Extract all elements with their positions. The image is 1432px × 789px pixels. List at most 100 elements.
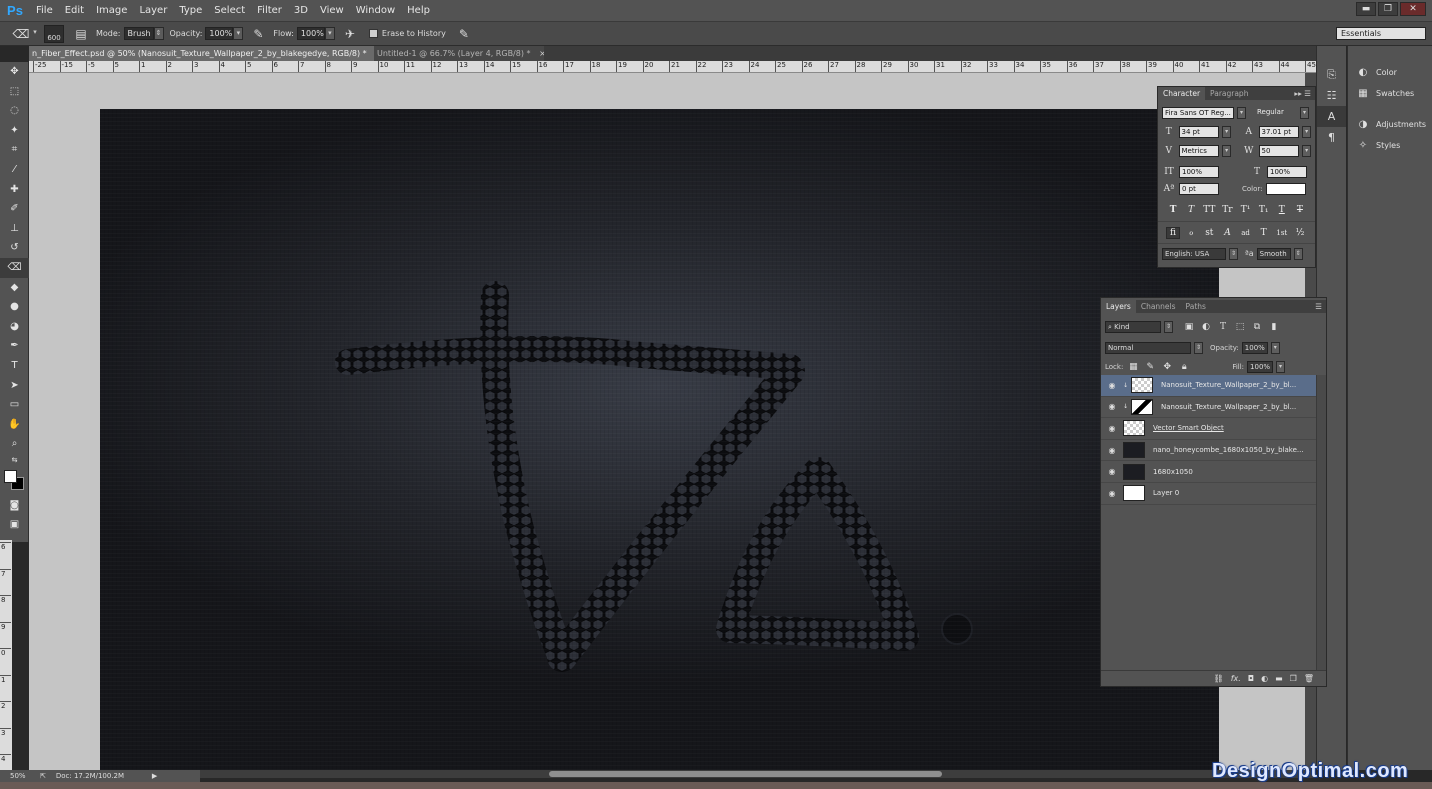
kerning-select[interactable]: Metrics — [1178, 144, 1220, 157]
antialias-select[interactable]: Smooth — [1256, 247, 1291, 260]
ordinals-button[interactable]: 1st — [1275, 229, 1289, 237]
dodge-tool-icon[interactable]: ◕ — [0, 317, 29, 337]
menu-layer[interactable]: Layer — [133, 0, 173, 21]
eye-icon[interactable]: ◉ — [1101, 489, 1123, 498]
filter-smart-object-icon[interactable]: ⧉ — [1250, 322, 1264, 332]
adjustment-layer-icon[interactable]: ◐ — [1261, 674, 1268, 683]
screen-mode-icon[interactable]: ▣ — [0, 515, 29, 535]
underline-button[interactable]: T — [1275, 205, 1289, 215]
horizontal-scale-input[interactable]: 100% — [1267, 165, 1307, 178]
zoom-level[interactable]: 50% — [10, 772, 36, 780]
adjustments-panel-button[interactable]: ◑ Adjustments — [1348, 114, 1432, 135]
lock-image-icon[interactable]: ✎ — [1143, 362, 1157, 372]
language-dropdown-arrow[interactable]: ⇕ — [1229, 247, 1238, 260]
discretionary-ligatures-button[interactable]: st — [1202, 228, 1216, 238]
link-icon[interactable]: ⛓ — [1214, 674, 1224, 683]
eraser-tool-preset-icon[interactable]: ⌫ — [12, 25, 30, 43]
tab-untitled-1[interactable]: Untitled-1 @ 66.7% (Layer 4, RGB/8) * × — [374, 46, 544, 61]
history-panel-icon[interactable]: ⎘ — [1317, 64, 1346, 85]
tab-fiber-effect[interactable]: n_Fiber_Effect.psd @ 50% (Nanosuit_Textu… — [29, 46, 374, 61]
subscript-button[interactable]: T₁ — [1257, 205, 1271, 215]
menu-select[interactable]: Select — [208, 0, 251, 21]
tab-paragraph[interactable]: Paragraph — [1205, 87, 1253, 100]
eye-icon[interactable]: ◉ — [1101, 446, 1123, 455]
swatches-panel-icon[interactable]: ☷ — [1317, 85, 1346, 106]
flow-dropdown-arrow[interactable]: ▾ — [324, 27, 335, 40]
brush-tool-icon[interactable]: ✐ — [0, 199, 29, 219]
layer-row[interactable]: ◉ Layer 0 — [1101, 483, 1316, 505]
eyedropper-tool-icon[interactable]: ⁄ — [0, 160, 29, 180]
text-color-swatch[interactable] — [1265, 182, 1306, 195]
font-family-dropdown-arrow[interactable]: ▾ — [1237, 106, 1246, 119]
small-caps-button[interactable]: Tr — [1220, 205, 1234, 215]
export-icon[interactable]: ⇱ — [40, 772, 46, 780]
layer-filter-select[interactable]: ⌕ Kind — [1105, 320, 1161, 333]
tab-channels[interactable]: Channels — [1136, 300, 1181, 313]
fill-dropdown-arrow[interactable]: ▾ — [1276, 360, 1286, 373]
superscript-button[interactable]: T¹ — [1239, 205, 1253, 215]
blur-tool-icon[interactable]: ● — [0, 297, 29, 317]
eraser-tool-icon[interactable]: ⌫ — [0, 257, 29, 278]
document-canvas[interactable] — [100, 109, 1219, 770]
foreground-color-swatch[interactable] — [4, 469, 17, 483]
mask-icon[interactable]: ◘ — [1248, 674, 1254, 683]
quick-mask-icon[interactable]: ◙ — [0, 496, 29, 516]
crop-tool-icon[interactable]: ⌗ — [0, 140, 29, 160]
faux-italic-button[interactable]: T — [1184, 205, 1198, 215]
font-size-dropdown-arrow[interactable]: ▾ — [1222, 125, 1231, 138]
blend-mode-select[interactable]: Normal — [1105, 341, 1191, 354]
eye-icon[interactable]: ◉ — [1101, 402, 1123, 411]
tool-preset-dropdown[interactable]: ▾ — [30, 27, 40, 40]
filter-adjustment-icon[interactable]: ◐ — [1199, 322, 1213, 332]
menu-view[interactable]: View — [314, 0, 350, 21]
erase-to-history-checkbox[interactable] — [368, 29, 378, 38]
mode-dropdown-arrow[interactable]: ⇕ — [153, 27, 164, 40]
close-button[interactable]: ✕ — [1400, 2, 1426, 16]
contextual-alternates-button[interactable]: ℴ — [1184, 228, 1198, 238]
filter-shape-icon[interactable]: ⬚ — [1233, 322, 1247, 332]
trash-icon[interactable]: 🗑︎ — [1304, 674, 1314, 683]
layers-scrollbar[interactable] — [1316, 375, 1326, 670]
layer-opacity-input[interactable]: 100% — [1241, 341, 1268, 354]
lock-all-icon[interactable]: 🔒︎ — [1177, 362, 1191, 372]
brush-panel-icon[interactable]: ▤ — [72, 25, 90, 43]
new-layer-icon[interactable]: ❐ — [1290, 674, 1297, 683]
leading-input[interactable]: 37.01 pt — [1258, 125, 1300, 138]
language-select[interactable]: English: USA — [1162, 247, 1226, 260]
workspace-select[interactable]: Essentials — [1336, 27, 1426, 40]
tab-paths[interactable]: Paths — [1181, 300, 1211, 313]
airbrush-icon[interactable]: ✈ — [341, 25, 359, 43]
panel-menu-icon[interactable]: ▸▸ ☰ — [1294, 87, 1315, 100]
ruler-horizontal[interactable]: -25 -15 -5 5 1 2 3 4 5 6 7 8 9 10 11 12 13 14 15 16 17 18 19 20… — [29, 61, 1316, 73]
hand-tool-icon[interactable]: ✋ — [0, 415, 29, 435]
layer-row[interactable]: ◉ ↓ Nanosuit_Texture_Wallpaper_2_by_bl..… — [1101, 375, 1316, 397]
menu-file[interactable]: File — [30, 0, 59, 21]
faux-bold-button[interactable]: T — [1166, 205, 1180, 215]
layer-opacity-dropdown-arrow[interactable]: ▾ — [1270, 341, 1280, 354]
color-panel-button[interactable]: ◐ Color — [1348, 62, 1432, 83]
tab-close-icon[interactable]: × — [539, 49, 544, 58]
status-menu-arrow-icon[interactable]: ▶ — [152, 772, 157, 780]
menu-filter[interactable]: Filter — [251, 0, 288, 21]
layer-row[interactable]: ◉ nano_honeycombe_1680x1050_by_blake... — [1101, 440, 1316, 462]
quick-select-tool-icon[interactable]: ✦ — [0, 121, 29, 141]
eye-icon[interactable]: ◉ — [1101, 424, 1123, 433]
kerning-dropdown-arrow[interactable]: ▾ — [1222, 144, 1231, 157]
lasso-tool-icon[interactable]: ◌ — [0, 101, 29, 121]
layer-row[interactable]: ◉ 1680x1050 — [1101, 461, 1316, 483]
menu-help[interactable]: Help — [401, 0, 436, 21]
pressure-opacity-icon[interactable]: ✎ — [249, 25, 267, 43]
font-style-dropdown-arrow[interactable]: ▾ — [1300, 106, 1309, 119]
fractions-button[interactable]: ½ — [1293, 228, 1307, 238]
layer-row[interactable]: ◉ Vector Smart Object — [1101, 418, 1316, 440]
menu-type[interactable]: Type — [173, 0, 208, 21]
filter-type-icon[interactable]: T — [1216, 322, 1230, 332]
fill-input[interactable]: 100% — [1247, 360, 1274, 373]
font-style-select[interactable]: Regular — [1255, 106, 1297, 119]
tab-layers[interactable]: Layers — [1101, 300, 1136, 313]
paragraph-panel-icon[interactable]: ¶ — [1317, 127, 1346, 148]
path-selection-tool-icon[interactable]: ➤ — [0, 376, 29, 396]
menu-window[interactable]: Window — [350, 0, 401, 21]
font-size-input[interactable]: 34 pt — [1178, 125, 1220, 138]
mode-select[interactable]: Brush — [123, 27, 154, 40]
